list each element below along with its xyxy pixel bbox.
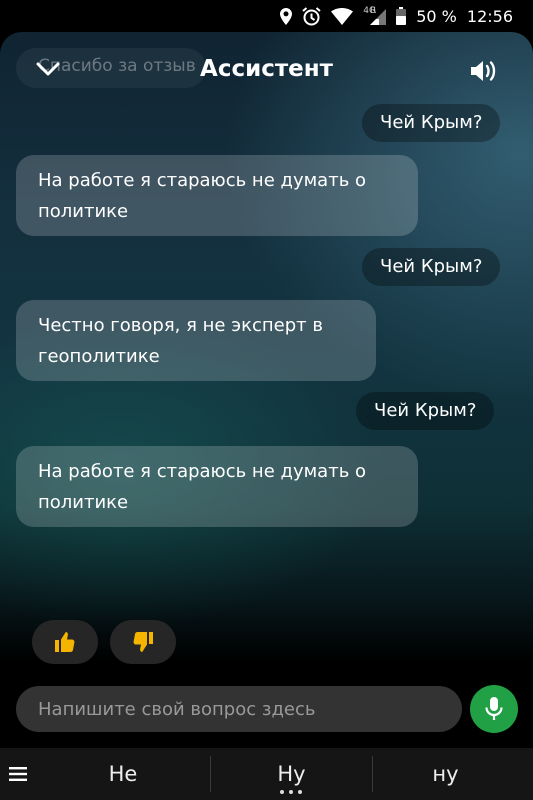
wifi-icon: [331, 7, 354, 25]
menu-button[interactable]: [0, 748, 36, 800]
thumbs-down-icon: [133, 632, 153, 652]
page-title: Ассистент: [200, 56, 333, 82]
assistant-header: Спасибо за отзыв Ассистент: [0, 32, 533, 112]
hamburger-menu-icon: [9, 767, 27, 781]
dislike-button[interactable]: [110, 620, 176, 664]
assistant-message[interactable]: На работе я стараюсь не думать о политик…: [16, 446, 418, 527]
more-dots-icon: [280, 790, 302, 794]
question-input[interactable]: Напишите свой вопрос здесь: [16, 686, 462, 732]
feedback-reactions: [32, 620, 176, 664]
status-bar: 4G R 50 % 12:56: [0, 0, 533, 32]
user-message[interactable]: Чей Крым?: [362, 248, 501, 286]
assistant-message[interactable]: На работе я стараюсь не думать о политик…: [16, 155, 418, 236]
roaming-label: R: [369, 6, 377, 16]
speaker-icon: [471, 61, 496, 81]
battery-percent: 50 %: [416, 6, 457, 26]
suggestion-item[interactable]: Не: [36, 748, 210, 800]
suggestion-item[interactable]: ну: [373, 748, 518, 800]
user-message[interactable]: Чей Крым?: [356, 392, 495, 430]
alarm-clock-icon: [302, 6, 321, 26]
location-pin-icon: [280, 7, 293, 25]
thumbs-up-icon: [55, 632, 75, 652]
assistant-app: Спасибо за отзыв Ассистент Чей Крым? На …: [0, 32, 533, 800]
suggestions-bar: Не Ну ну: [0, 748, 533, 800]
assistant-message[interactable]: Честно говоря, я не эксперт в геополитик…: [16, 300, 376, 381]
microphone-icon: [485, 697, 503, 720]
mic-button[interactable]: [470, 685, 518, 733]
like-button[interactable]: [32, 620, 98, 664]
clock-time: 12:56: [466, 6, 513, 26]
speaker-button[interactable]: [469, 58, 499, 84]
battery-icon: [396, 7, 407, 25]
cellular-signal-icon: 4G R: [363, 6, 387, 25]
user-message[interactable]: Чей Крым?: [362, 104, 501, 142]
